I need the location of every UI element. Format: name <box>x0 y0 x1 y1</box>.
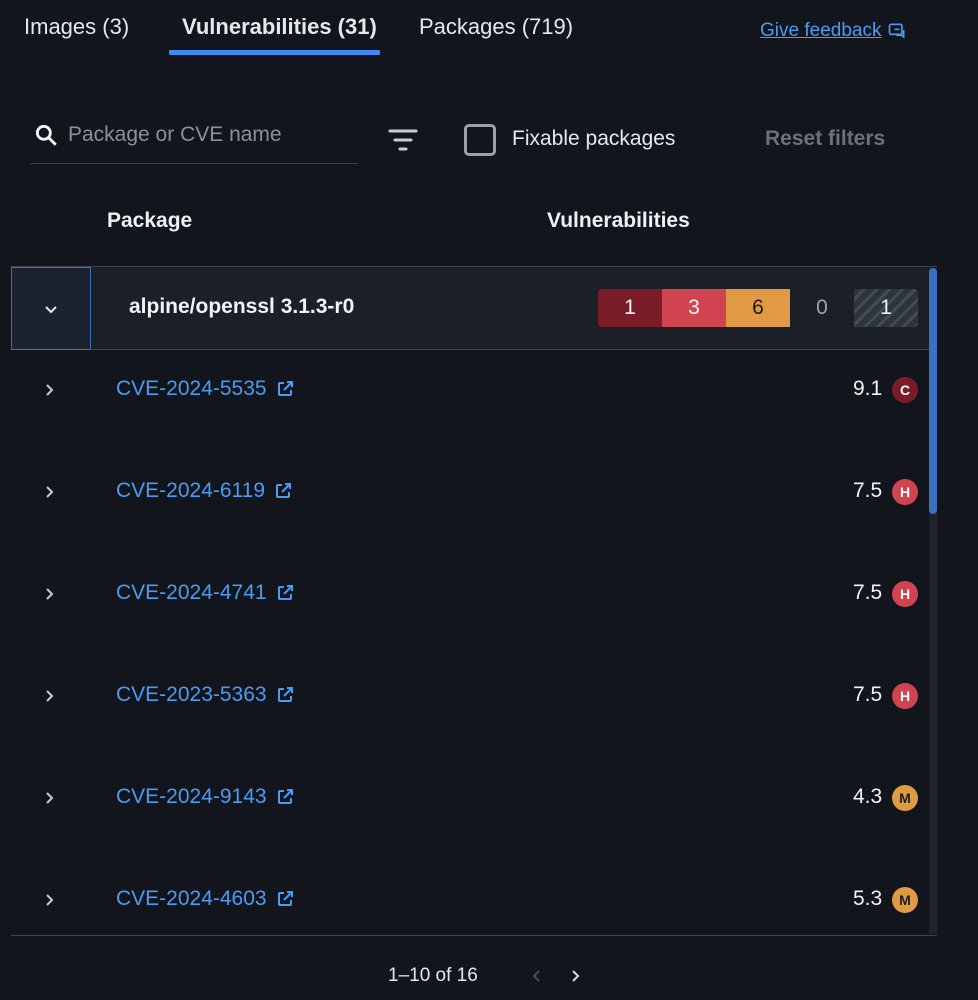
critical-count: 1 <box>598 289 662 327</box>
cve-link[interactable]: CVE-2024-5535 <box>116 377 295 401</box>
fixable-packages-label: Fixable packages <box>512 127 676 150</box>
search-input[interactable] <box>68 118 353 152</box>
cve-id: CVE-2024-5535 <box>116 377 267 400</box>
cve-id: CVE-2024-4741 <box>116 581 267 604</box>
feedback-icon <box>889 23 905 39</box>
chevron-right-icon[interactable] <box>39 584 59 604</box>
external-link-icon <box>277 891 293 906</box>
next-page-icon[interactable] <box>566 966 584 986</box>
pagination-label: 1–10 of 16 <box>388 965 478 986</box>
active-tab-indicator <box>169 50 380 55</box>
low-count: 0 <box>790 289 854 327</box>
cve-id: CVE-2024-9143 <box>116 785 267 808</box>
chevron-down-icon <box>45 305 57 313</box>
cve-link[interactable]: CVE-2024-6119 <box>116 479 293 503</box>
tab-packages[interactable]: Packages (719) <box>419 14 573 40</box>
chevron-right-icon[interactable] <box>39 788 59 808</box>
give-feedback-link[interactable]: Give feedback <box>760 20 907 42</box>
external-link-icon <box>277 381 293 396</box>
external-link-icon <box>276 483 292 498</box>
unspecified-count: 1 <box>854 289 918 327</box>
cve-link[interactable]: CVE-2023-5363 <box>116 683 295 707</box>
severity-badge: H <box>892 683 918 709</box>
search-field <box>30 110 358 164</box>
reset-filters-button[interactable]: Reset filters <box>765 127 885 151</box>
package-name: alpine/openssl 3.1.3-r0 <box>129 295 355 318</box>
cve-id: CVE-2023-5363 <box>116 683 267 706</box>
high-count: 3 <box>662 289 726 327</box>
external-link-icon <box>277 585 293 600</box>
tab-vulnerabilities[interactable]: Vulnerabilities (31) <box>182 14 377 40</box>
severity-summary: 1 3 6 0 1 <box>598 289 918 327</box>
severity-badge: M <box>892 887 918 913</box>
cvss-score: 7.5 <box>853 683 883 706</box>
cvss-score: 7.5 <box>853 479 883 502</box>
severity-badge: C <box>892 377 918 403</box>
cvss-score: 7.5 <box>853 581 883 604</box>
cve-row[interactable]: CVE-2023-5363 7.5 H <box>11 644 931 746</box>
medium-count: 6 <box>726 289 790 327</box>
chevron-right-icon[interactable] <box>39 686 59 706</box>
severity-badge: H <box>892 581 918 607</box>
cve-link[interactable]: CVE-2024-9143 <box>116 785 295 809</box>
severity-badge: M <box>892 785 918 811</box>
cvss-score: 5.3 <box>853 887 883 910</box>
cvss-score: 9.1 <box>853 377 883 400</box>
cve-row[interactable]: CVE-2024-5535 9.1 C <box>11 338 931 440</box>
tab-bar: Images (3) Vulnerabilities (31) Packages… <box>0 0 978 60</box>
cve-row[interactable]: CVE-2024-4741 7.5 H <box>11 542 931 644</box>
external-link-icon <box>277 789 293 804</box>
chevron-right-icon[interactable] <box>39 380 59 400</box>
cve-row[interactable]: CVE-2024-9143 4.3 M <box>11 746 931 848</box>
tab-images[interactable]: Images (3) <box>24 14 129 40</box>
chevron-right-icon[interactable] <box>39 890 59 910</box>
scrollbar-thumb[interactable] <box>929 268 937 514</box>
cve-id: CVE-2024-4603 <box>116 887 267 910</box>
cvss-score: 4.3 <box>853 785 883 808</box>
vulnerabilities-panel: Images (3) Vulnerabilities (31) Packages… <box>0 0 978 1000</box>
table-scrollbar[interactable] <box>929 268 937 934</box>
previous-page-icon[interactable] <box>528 966 546 986</box>
chevron-right-icon[interactable] <box>39 482 59 502</box>
column-header-vulnerabilities[interactable]: Vulnerabilities <box>547 209 690 233</box>
vulnerabilities-table: alpine/openssl 3.1.3-r0 1 3 6 0 1 CVE-20… <box>11 266 937 936</box>
cve-link[interactable]: CVE-2024-4603 <box>116 887 295 911</box>
cve-row[interactable]: CVE-2024-6119 7.5 H <box>11 440 931 542</box>
cve-row[interactable]: CVE-2024-4603 5.3 M <box>11 848 931 935</box>
cve-id: CVE-2024-6119 <box>116 479 266 502</box>
external-link-icon <box>277 687 293 702</box>
column-header-package[interactable]: Package <box>107 209 192 233</box>
cve-link[interactable]: CVE-2024-4741 <box>116 581 295 605</box>
search-icon <box>35 124 57 146</box>
give-feedback-label: Give feedback <box>760 20 882 41</box>
severity-badge: H <box>892 479 918 505</box>
fixable-packages-checkbox[interactable] <box>464 124 496 156</box>
filter-icon[interactable] <box>386 126 420 154</box>
